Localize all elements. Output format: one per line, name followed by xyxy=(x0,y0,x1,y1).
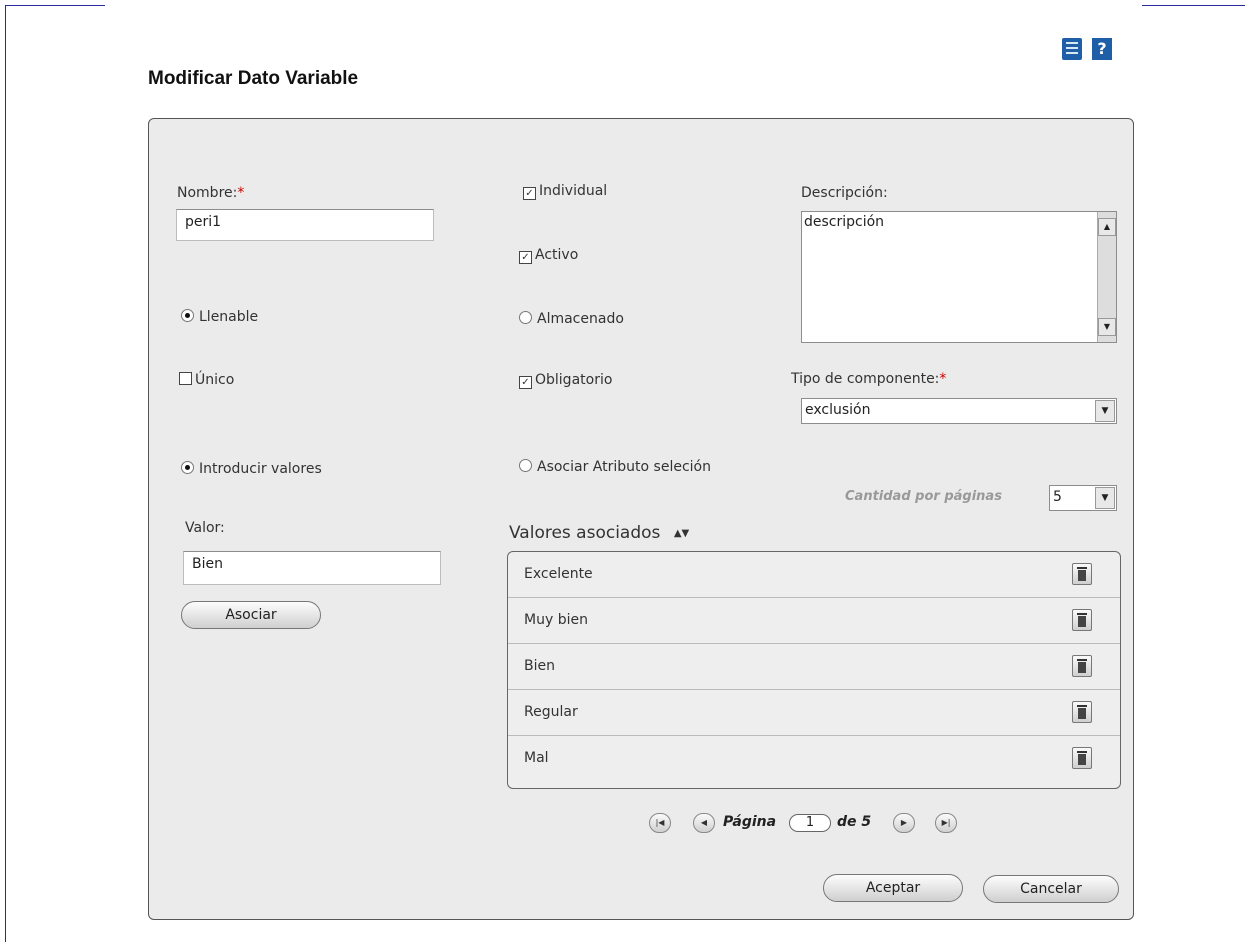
frame-border-top-right xyxy=(1142,5,1245,6)
tipo-componente-label: Tipo de componente:* xyxy=(791,371,947,387)
scrollbar[interactable]: ▲ ▼ xyxy=(1097,212,1116,342)
asociar-button[interactable]: Asociar xyxy=(181,601,321,629)
cancelar-button[interactable]: Cancelar xyxy=(983,875,1119,903)
unico-checkbox[interactable]: Único xyxy=(179,372,234,388)
cantidad-label: Cantidad por páginas xyxy=(845,489,1002,504)
checkbox-icon xyxy=(179,372,192,385)
table-row: Regular xyxy=(508,690,1120,736)
nombre-label: Nombre:* xyxy=(177,185,245,201)
checkmark-icon: ✓ xyxy=(519,376,532,389)
table-row: Excelente xyxy=(508,552,1120,598)
trash-icon[interactable] xyxy=(1072,563,1092,585)
radio-icon xyxy=(181,461,194,474)
trash-icon[interactable] xyxy=(1072,609,1092,631)
frame-border-left xyxy=(5,5,6,942)
descripcion-value: descripción xyxy=(804,214,885,230)
cantidad-value: 5 xyxy=(1053,489,1062,505)
tipo-componente-value: exclusión xyxy=(805,402,871,418)
pagina-label: Página xyxy=(723,814,777,830)
valor-label: Valor: xyxy=(185,520,225,536)
asociar-atributo-radio[interactable]: Asociar Atributo seleción xyxy=(519,459,711,475)
chevron-down-icon[interactable]: ▼ xyxy=(1095,487,1115,509)
help-icon[interactable]: ? xyxy=(1092,38,1112,60)
scroll-up-icon[interactable]: ▲ xyxy=(1098,218,1116,236)
next-page-icon[interactable]: ▶ xyxy=(893,813,915,833)
table-row: Muy bien xyxy=(508,598,1120,644)
chevron-down-icon[interactable]: ▼ xyxy=(1095,400,1115,422)
page-number-input[interactable]: 1 xyxy=(789,814,831,832)
descripcion-textarea[interactable]: descripción ▲ ▼ xyxy=(801,211,1117,343)
trash-icon[interactable] xyxy=(1072,655,1092,677)
list-icon[interactable] xyxy=(1062,38,1082,60)
table-row: Bien xyxy=(508,644,1120,690)
individual-checkbox[interactable]: ✓ Individual xyxy=(523,183,607,200)
radio-icon xyxy=(519,459,532,472)
prev-page-icon[interactable]: ◀ xyxy=(693,813,715,833)
nombre-input[interactable]: peri1 xyxy=(176,209,434,241)
tipo-componente-select[interactable]: exclusión ▼ xyxy=(801,398,1117,424)
radio-icon xyxy=(181,309,194,322)
checkmark-icon: ✓ xyxy=(523,187,536,200)
page-title: Modificar Dato Variable xyxy=(148,68,359,89)
introducir-valores-radio[interactable]: Introducir valores xyxy=(181,461,322,477)
form-panel: Nombre:* peri1 Llenable Único Introducir… xyxy=(148,118,1134,920)
top-icons: ? xyxy=(1062,38,1112,60)
activo-checkbox[interactable]: ✓ Activo xyxy=(519,247,578,264)
checkmark-icon: ✓ xyxy=(519,251,532,264)
trash-icon[interactable] xyxy=(1072,701,1092,723)
trash-icon[interactable] xyxy=(1072,747,1092,769)
aceptar-button[interactable]: Aceptar xyxy=(823,874,963,902)
scroll-down-icon[interactable]: ▼ xyxy=(1098,318,1116,336)
llenable-radio[interactable]: Llenable xyxy=(181,309,258,325)
valores-title: Valores asociados ▲▼ xyxy=(509,523,690,543)
cantidad-select[interactable]: 5 ▼ xyxy=(1049,485,1117,511)
descripcion-label: Descripción: xyxy=(801,185,888,201)
last-page-icon[interactable]: ▶| xyxy=(935,813,957,833)
de-total-label: de 5 xyxy=(837,814,872,830)
valores-table: Excelente Muy bien Bien Regular Mal xyxy=(507,551,1121,789)
almacenado-radio[interactable]: Almacenado xyxy=(519,311,624,327)
first-page-icon[interactable]: |◀ xyxy=(649,813,671,833)
sort-icon[interactable]: ▲▼ xyxy=(674,528,689,539)
table-row: Mal xyxy=(508,736,1120,782)
valor-input[interactable]: Bien xyxy=(183,551,441,585)
obligatorio-checkbox[interactable]: ✓ Obligatorio xyxy=(519,372,612,389)
frame-border-top-left xyxy=(5,5,105,6)
radio-icon xyxy=(519,311,532,324)
